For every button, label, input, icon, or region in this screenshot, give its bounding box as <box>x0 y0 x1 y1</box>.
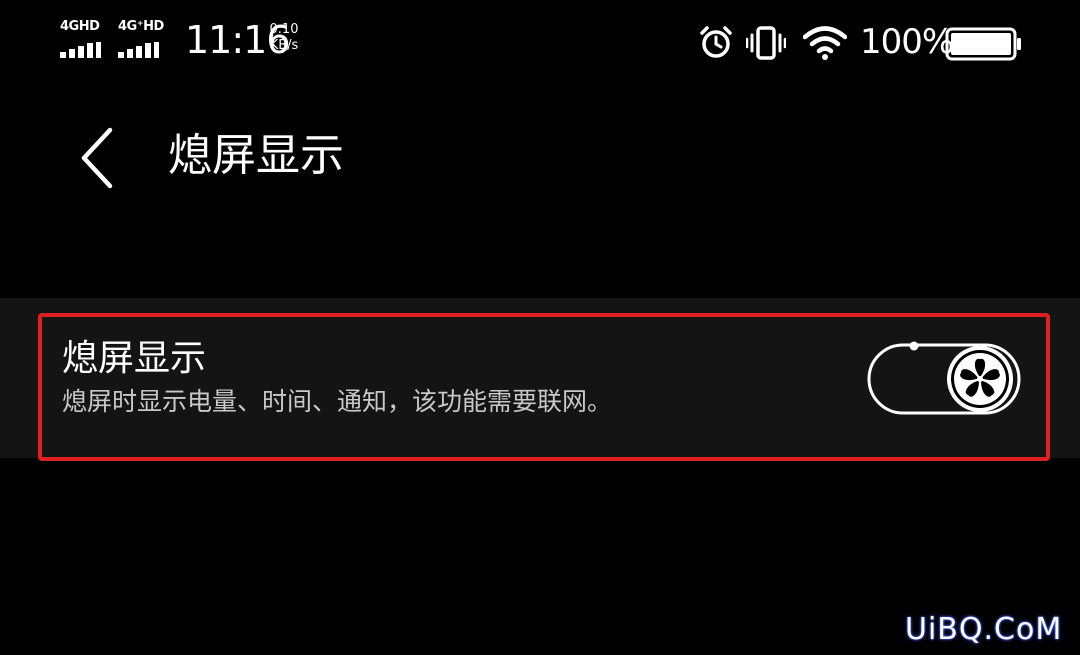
sim2-network-label: 4G⁺HD <box>118 19 164 34</box>
setting-title: 熄屏显示 <box>62 338 207 379</box>
alarm-icon <box>700 26 732 58</box>
battery-icon <box>945 27 1021 61</box>
status-bar: 4GHD 4G⁺HD 11:16 0.10 KB/s 100% <box>0 0 1080 90</box>
sim1-signal: 4GHD <box>60 20 108 58</box>
back-chevron-icon[interactable] <box>72 126 124 190</box>
flower-icon <box>947 346 1013 412</box>
aod-toggle-switch[interactable] <box>866 338 1022 420</box>
vibrate-icon <box>746 26 786 60</box>
sim1-network-label: 4GHD <box>60 19 100 34</box>
wifi-icon <box>803 26 847 60</box>
setting-description: 熄屏时显示电量、时间、通知，该功能需要联网。 <box>62 387 613 416</box>
sim1-signal-icon <box>60 42 101 58</box>
page-title: 熄屏显示 <box>168 130 344 181</box>
watermark-text: UiBQ.CoM <box>905 612 1063 647</box>
network-speed-value: 0.10 <box>269 22 299 37</box>
sim2-signal: 4G⁺HD <box>118 20 166 58</box>
network-speed: 0.10 KB/s <box>264 22 304 54</box>
network-speed-unit: KB/s <box>269 38 299 53</box>
sim2-signal-icon <box>118 42 159 58</box>
battery-percent: 100% <box>860 22 954 62</box>
